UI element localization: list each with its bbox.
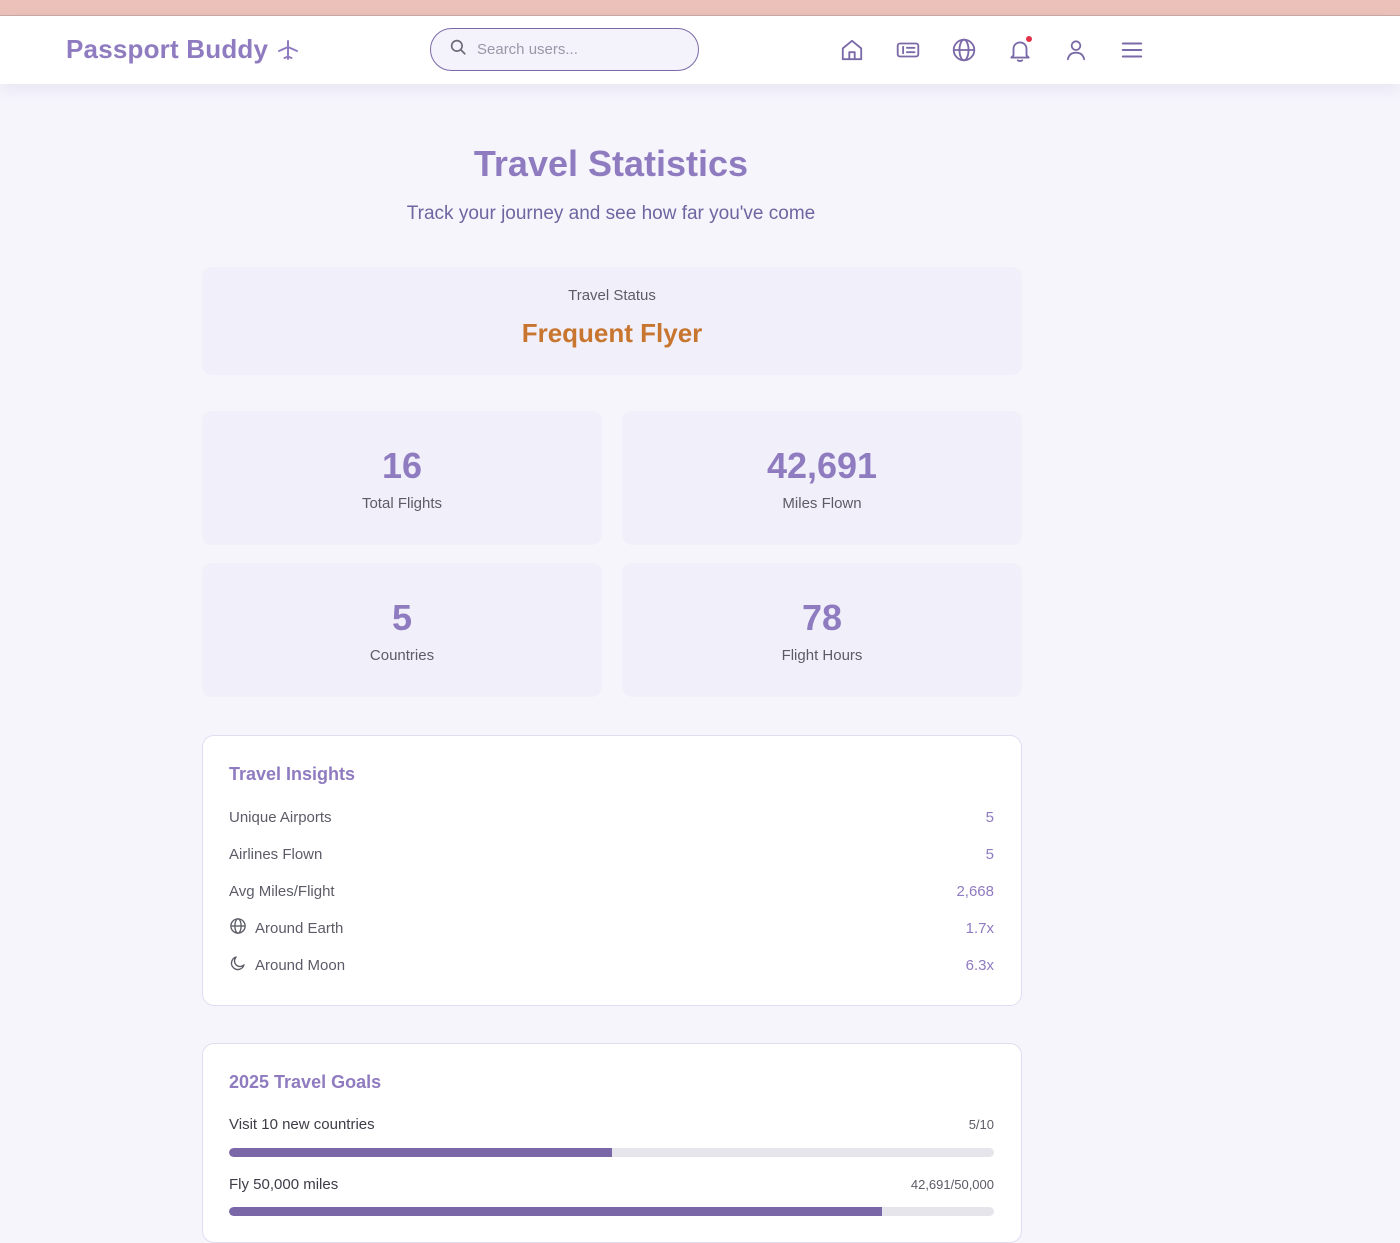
- insight-row-unique-airports: Unique Airports 5: [229, 806, 994, 828]
- goal-count: 42,691/50,000: [910, 1177, 994, 1192]
- goal-label: Fly 50,000 miles: [229, 1176, 339, 1193]
- stat-label: Countries: [369, 647, 435, 664]
- user-search-box[interactable]: [430, 28, 699, 71]
- insight-value: 1.7x: [965, 919, 994, 937]
- menu-icon[interactable]: [1118, 36, 1146, 64]
- brand-name: Passport Buddy: [66, 34, 269, 64]
- insight-label: Airlines Flown: [229, 845, 323, 863]
- window-top-strip: [0, 0, 1400, 16]
- status-label: Travel Status: [568, 287, 656, 304]
- user-icon[interactable]: [1062, 36, 1090, 64]
- stat-card-miles-flown: 42,691 Miles Flown: [622, 411, 1022, 545]
- insight-value: 5: [985, 845, 994, 863]
- stat-label: Flight Hours: [781, 647, 863, 664]
- globe-icon[interactable]: [950, 36, 978, 64]
- insight-value: 5: [985, 808, 994, 826]
- goal-progress-fill: [229, 1148, 612, 1157]
- insight-label: Avg Miles/Flight: [229, 882, 335, 900]
- stat-card-total-flights: 16 Total Flights: [202, 411, 602, 545]
- stat-value: 16: [381, 445, 423, 486]
- goal-progress-bar: [229, 1207, 994, 1216]
- brand-logo[interactable]: Passport Buddy: [66, 34, 300, 65]
- insight-row-avg-miles: Avg Miles/Flight 2,668: [229, 880, 994, 902]
- top-navbar: Passport Buddy: [0, 16, 1400, 84]
- stat-value: 78: [801, 597, 843, 638]
- goal-row-countries: Visit 10 new countries 5/10: [229, 1116, 994, 1133]
- insight-value: 2,668: [956, 882, 994, 900]
- insight-row-around-earth: Around Earth 1.7x: [229, 917, 994, 939]
- stat-card-flight-hours: 78 Flight Hours: [622, 563, 1022, 697]
- travel-goals-panel: 2025 Travel Goals Visit 10 new countries…: [202, 1043, 1022, 1243]
- insights-title: Travel Insights: [229, 764, 356, 784]
- goal-progress-fill: [229, 1207, 883, 1216]
- stat-value: 5: [391, 597, 413, 638]
- goal-count: 5/10: [968, 1117, 994, 1132]
- page-subtitle: Track your journey and see how far you'v…: [406, 203, 816, 224]
- insight-label: Around Moon: [255, 956, 346, 974]
- status-value: Frequent Flyer: [521, 318, 703, 348]
- insight-value: 6.3x: [965, 956, 994, 974]
- goal-label: Visit 10 new countries: [229, 1116, 375, 1133]
- home-icon[interactable]: [838, 36, 866, 64]
- insight-label: Unique Airports: [229, 808, 332, 826]
- insight-label: Around Earth: [255, 919, 344, 937]
- bell-icon[interactable]: [1006, 36, 1034, 64]
- travel-status-card: Travel Status Frequent Flyer: [202, 267, 1022, 375]
- stat-label: Total Flights: [361, 495, 443, 512]
- goal-progress-bar: [229, 1148, 994, 1157]
- goals-title: 2025 Travel Goals: [229, 1072, 382, 1092]
- page-title: Travel Statistics: [473, 143, 749, 184]
- globe-icon: [229, 917, 247, 939]
- stat-card-countries: 5 Countries: [202, 563, 602, 697]
- moon-icon: [229, 954, 247, 976]
- search-input[interactable]: [477, 41, 677, 58]
- search-icon: [449, 38, 467, 61]
- goal-row-miles: Fly 50,000 miles 42,691/50,000: [229, 1176, 994, 1193]
- id-card-icon[interactable]: [894, 36, 922, 64]
- insight-row-airlines-flown: Airlines Flown 5: [229, 843, 994, 865]
- plane-icon: [276, 38, 300, 62]
- stat-label: Miles Flown: [782, 495, 862, 512]
- stat-value: 42,691: [766, 445, 878, 486]
- travel-insights-panel: Travel Insights Unique Airports 5 Airlin…: [202, 735, 1022, 1006]
- notification-badge: [1026, 36, 1032, 42]
- insight-row-around-moon: Around Moon 6.3x: [229, 954, 994, 976]
